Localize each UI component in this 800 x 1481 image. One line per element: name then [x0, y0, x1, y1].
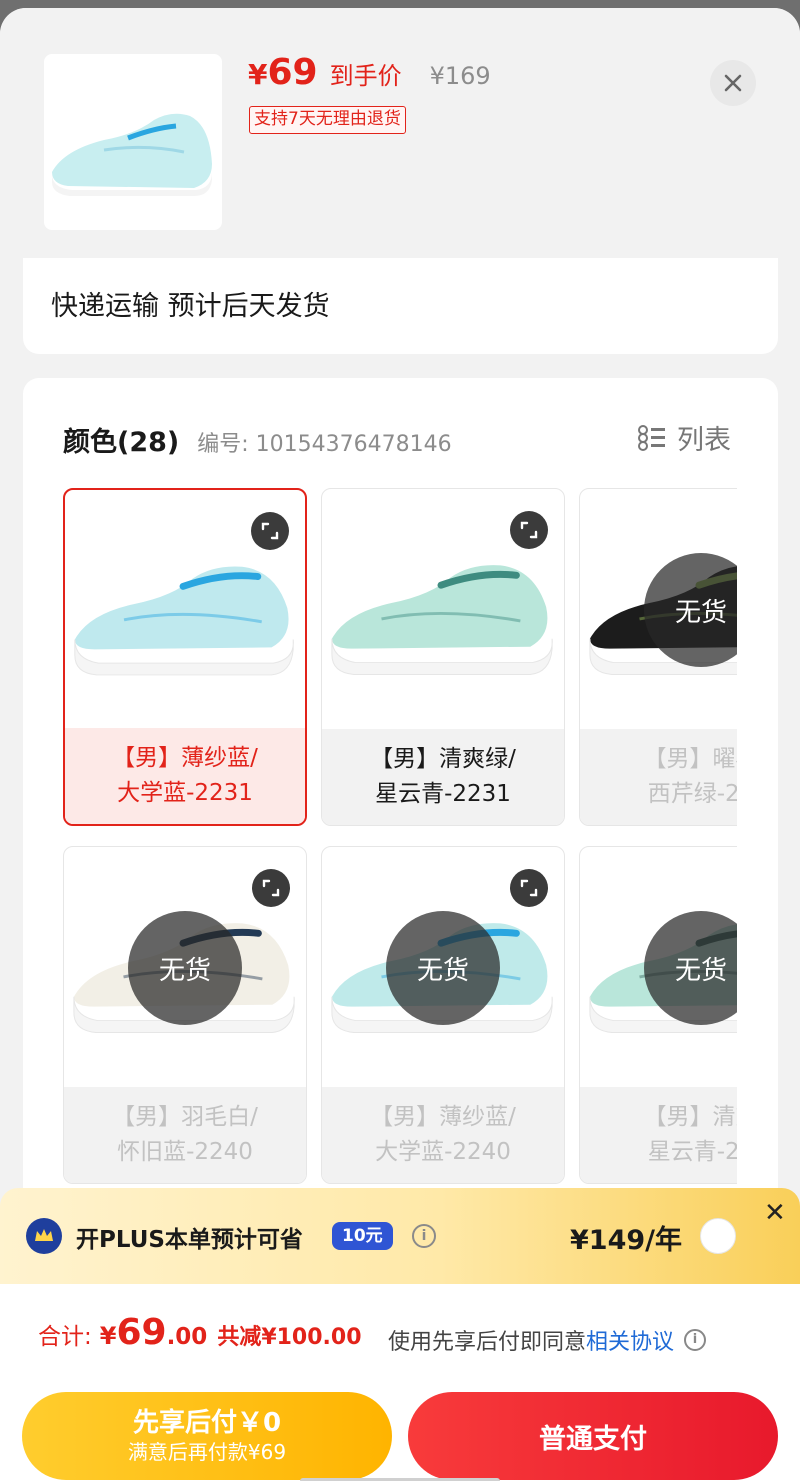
color-tile-label: 【男】清爽绿/星云青-2231 [322, 729, 564, 825]
product-header: ¥ 69 到手价 ¥169 支持7天无理由退货 [0, 8, 800, 258]
list-view-label: 列表 [677, 425, 731, 456]
color-header: 颜色(28) 编号: 10154376478146 [63, 420, 452, 459]
total-label: 合计: [38, 1324, 92, 1350]
bnpl-subtitle: 满意后再付款¥69 [127, 1440, 287, 1464]
color-tile-label: 【男】薄纱蓝/大学蓝-2240 [322, 1087, 564, 1183]
plus-price: ¥149/年 [570, 1225, 683, 1256]
plus-info-icon[interactable]: i [412, 1224, 436, 1248]
color-tile[interactable]: 【男】薄纱蓝/大学蓝-2231 [63, 488, 307, 826]
agreement-prefix: 使用先享后付即同意 [388, 1330, 587, 1355]
color-tile-label: 【男】薄纱蓝/大学蓝-2231 [65, 728, 305, 824]
action-bar: 先享后付￥0 满意后再付款¥69 普通支付 [0, 1380, 800, 1481]
total-discount: 共减¥100.00 [217, 1325, 362, 1350]
color-tile[interactable]: 无货【男】清爽星云青-22 [579, 846, 737, 1184]
price-row: ¥ 69 到手价 ¥169 [248, 52, 491, 93]
price-currency: ¥ [248, 58, 268, 91]
plus-savings-chip: 10元 [332, 1222, 393, 1250]
color-grid: 【男】薄纱蓝/大学蓝-2231【男】清爽绿/星云青-2231无货【男】曜石西芹绿… [63, 480, 737, 1278]
plus-radio-button[interactable] [700, 1218, 736, 1254]
color-selector-card: 颜色(28) 编号: 10154376478146 列表 【男】薄纱蓝/大学蓝-… [23, 378, 778, 1278]
plus-promo-text: 开PLUS本单预计可省 [76, 1227, 303, 1253]
list-view-toggle[interactable]: 列表 [637, 418, 731, 457]
agreement-text: 使用先享后付即同意 相关协议 i [388, 1324, 707, 1356]
color-tile-label: 【男】羽毛白/怀旧蓝-2240 [64, 1087, 306, 1183]
color-name-line1: 【男】薄纱蓝/ [370, 1104, 516, 1130]
purchase-sheet: ¥ 69 到手价 ¥169 支持7天无理由退货 快递运输 预计后天发货 颜色(2… [0, 8, 800, 1481]
plus-crown-icon [26, 1218, 62, 1254]
color-tile-label: 【男】清爽星云青-22 [580, 1087, 737, 1183]
total-decimal: .00 [166, 1324, 208, 1350]
color-tile[interactable]: 【男】清爽绿/星云青-2231 [321, 488, 565, 826]
total-currency: ¥ [99, 1322, 117, 1350]
color-name-line1: 【男】羽毛白/ [112, 1104, 258, 1130]
color-name-line1: 【男】清爽 [643, 1104, 738, 1130]
plus-promo-bar[interactable]: 开PLUS本单预计可省 10元 i ¥149/年 ✕ [0, 1188, 800, 1284]
shipping-card: 快递运输 预计后天发货 [23, 258, 778, 354]
expand-icon[interactable] [510, 869, 548, 907]
color-tile[interactable]: 无货【男】薄纱蓝/大学蓝-2240 [321, 846, 565, 1184]
color-name-line2: 大学蓝-2231 [117, 780, 253, 806]
bnpl-title: 先享后付￥0 [132, 1408, 282, 1438]
final-price-label: 到手价 [329, 62, 402, 90]
color-name-line2: 大学蓝-2240 [375, 1139, 511, 1165]
color-title: 颜色(28) [63, 427, 180, 458]
expand-icon[interactable] [251, 512, 289, 550]
return-policy-badge: 支持7天无理由退货 [249, 106, 406, 134]
agreement-link[interactable]: 相关协议 [586, 1324, 674, 1356]
list-icon [638, 424, 665, 451]
color-name-line1: 【男】薄纱蓝/ [112, 745, 258, 771]
color-name-line2: 怀旧蓝-2240 [117, 1139, 253, 1165]
expand-icon[interactable] [510, 511, 548, 549]
original-price: ¥169 [429, 62, 491, 90]
total-integer: 69 [116, 1312, 167, 1353]
expand-icon[interactable] [252, 869, 290, 907]
color-name-line2: 星云青-2231 [375, 781, 511, 807]
product-thumbnail[interactable] [44, 54, 222, 230]
color-tile[interactable]: 无货【男】羽毛白/怀旧蓝-2240 [63, 846, 307, 1184]
close-icon [724, 74, 742, 92]
out-of-stock-badge: 无货 [128, 911, 242, 1025]
final-price: 69 [267, 52, 318, 93]
color-name-line2: 西芹绿-22 [647, 781, 737, 807]
total-bar: 合计: ¥ 69 .00 共减¥100.00 使用先享后付即同意 相关协议 i [0, 1284, 800, 1380]
color-name-line2: 星云青-22 [647, 1139, 737, 1165]
color-name-line1: 【男】曜石 [643, 746, 738, 772]
normal-pay-button[interactable]: 普通支付 [408, 1392, 778, 1480]
product-code: 编号: 10154376478146 [197, 432, 452, 457]
close-button[interactable] [710, 60, 756, 106]
plus-close-icon[interactable]: ✕ [764, 1200, 786, 1226]
color-tile-label: 【男】曜石西芹绿-22 [580, 729, 737, 825]
color-tile[interactable]: 无货【男】曜石西芹绿-22 [579, 488, 737, 826]
out-of-stock-badge: 无货 [386, 911, 500, 1025]
agreement-info-icon[interactable]: i [684, 1329, 707, 1351]
total-amount: 合计: ¥ 69 .00 共减¥100.00 [38, 1312, 362, 1353]
shipping-text: 快递运输 预计后天发货 [51, 291, 330, 322]
buy-now-pay-later-button[interactable]: 先享后付￥0 满意后再付款¥69 [22, 1392, 392, 1480]
color-name-line1: 【男】清爽绿/ [370, 746, 516, 772]
